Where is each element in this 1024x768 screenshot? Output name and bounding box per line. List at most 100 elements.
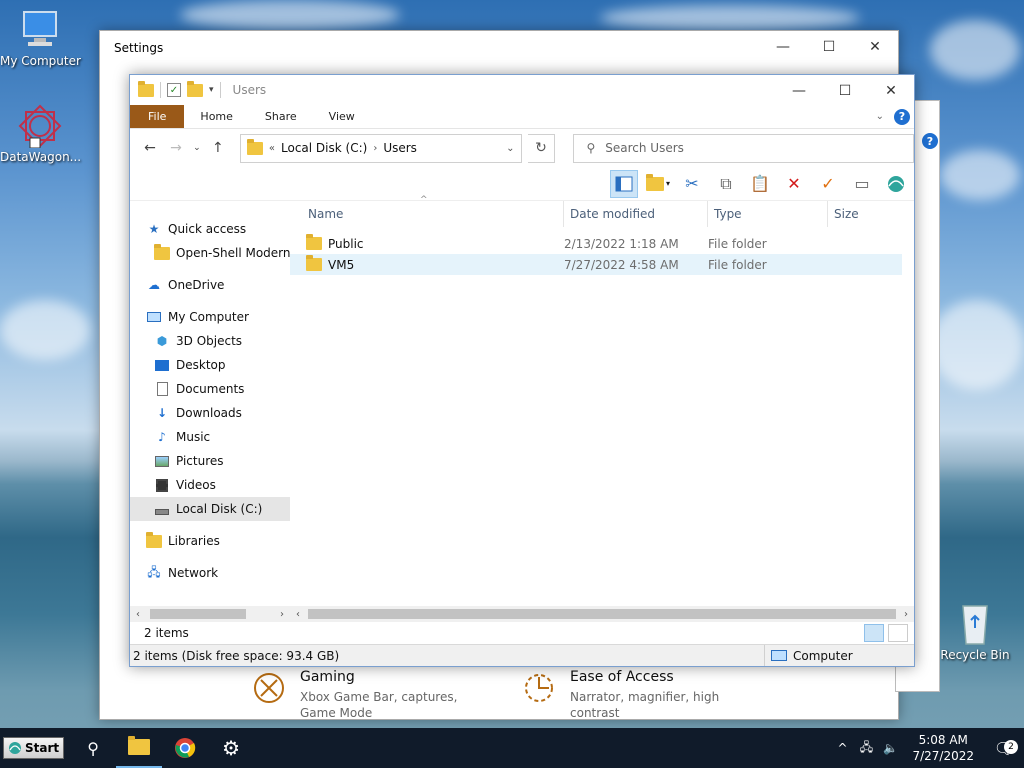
copy-icon[interactable]: ⧉ bbox=[712, 170, 740, 198]
breadcrumb-overflow[interactable]: « bbox=[269, 143, 275, 154]
navigation-pane-button[interactable] bbox=[610, 169, 638, 198]
file-explorer-taskbar-icon[interactable] bbox=[116, 728, 163, 768]
nav-item-videos[interactable]: Videos bbox=[130, 473, 290, 497]
expand-ribbon-icon[interactable]: ⌄ bbox=[876, 111, 884, 122]
nav-item-music[interactable]: ♪ Music bbox=[130, 425, 290, 449]
nav-item-documents[interactable]: Documents bbox=[130, 377, 290, 401]
recent-locations-icon[interactable]: ⌄ bbox=[192, 143, 202, 153]
nav-item-network[interactable]: 🖧 Network bbox=[130, 561, 290, 585]
minimize-button[interactable]: — bbox=[776, 75, 822, 107]
action-center-button[interactable]: 🗨 2 bbox=[984, 739, 1024, 758]
nav-label: Pictures bbox=[176, 454, 224, 468]
rename-icon[interactable]: ▭ bbox=[848, 170, 876, 198]
file-list-pane: ^ Name Date modified Type Size Public 2/… bbox=[290, 195, 914, 622]
scroll-right-icon[interactable]: › bbox=[274, 609, 290, 620]
help-icon[interactable]: ? bbox=[922, 133, 938, 149]
zone-indicator: Computer bbox=[764, 645, 914, 666]
desktop-icon-my-computer[interactable]: My Computer bbox=[0, 8, 81, 68]
search-icon[interactable]: ⚲ bbox=[70, 728, 116, 768]
tab-share[interactable]: Share bbox=[249, 105, 313, 128]
search-input[interactable]: ⚲ Search Users bbox=[573, 133, 914, 163]
file-pane-scrollbar[interactable]: ‹ › bbox=[290, 606, 914, 622]
scroll-right-icon[interactable]: › bbox=[898, 609, 914, 620]
close-button[interactable]: ✕ bbox=[852, 31, 898, 63]
file-type: File folder bbox=[708, 236, 767, 251]
column-type[interactable]: Type bbox=[708, 201, 828, 227]
clock[interactable]: 5:08 AM 7/27/2022 bbox=[902, 732, 984, 764]
properties-icon[interactable]: ✓ bbox=[167, 83, 181, 97]
scroll-left-icon[interactable]: ‹ bbox=[130, 609, 146, 620]
nav-item-desktop[interactable]: Desktop bbox=[130, 353, 290, 377]
help-icon[interactable]: ? bbox=[894, 108, 910, 125]
details-view-button[interactable] bbox=[864, 624, 884, 642]
customize-quick-access-icon[interactable]: ▾ bbox=[209, 85, 214, 95]
nav-item-downloads[interactable]: ↓ Downloads bbox=[130, 401, 290, 425]
chevron-up-icon[interactable]: ^ bbox=[830, 741, 854, 755]
tile-name: Ease of Access bbox=[570, 669, 674, 685]
open-shell-icon[interactable] bbox=[882, 170, 910, 198]
nav-label: Desktop bbox=[176, 358, 226, 372]
checkmark-icon[interactable]: ✓ bbox=[814, 170, 842, 198]
scrollbar-thumb[interactable] bbox=[308, 609, 896, 619]
open-shell-icon bbox=[9, 742, 21, 754]
breadcrumb-users[interactable]: Users bbox=[383, 141, 417, 155]
column-size[interactable]: Size bbox=[828, 201, 888, 227]
folder-icon bbox=[154, 243, 170, 260]
refresh-button[interactable]: ↻ bbox=[527, 133, 556, 163]
tab-home[interactable]: Home bbox=[184, 105, 248, 128]
column-headers: ^ Name Date modified Type Size bbox=[290, 195, 914, 227]
volume-icon[interactable]: 🔈 bbox=[878, 741, 902, 755]
file-date: 7/27/2022 4:58 AM bbox=[564, 257, 679, 272]
chrome-icon[interactable] bbox=[162, 728, 208, 768]
nav-item-local-disk[interactable]: Local Disk (C:) bbox=[130, 497, 290, 521]
desktop-icon-recycle-bin[interactable]: Recycle Bin bbox=[935, 602, 1015, 662]
nav-item-quick-access[interactable]: ★ Quick access bbox=[130, 217, 290, 241]
star-icon: ★ bbox=[148, 222, 160, 236]
address-bar[interactable]: « Local Disk (C:) › Users ⌄ bbox=[239, 133, 522, 163]
desktop-icon-datawagon[interactable]: DataWagon... bbox=[0, 104, 81, 164]
delete-icon[interactable]: ✕ bbox=[780, 170, 808, 198]
column-name[interactable]: Name bbox=[306, 201, 564, 227]
settings-tile-ease-of-access[interactable]: Ease of Access Narrator, magnifier, high… bbox=[522, 669, 750, 721]
nav-item-onedrive[interactable]: ☁ OneDrive bbox=[130, 273, 290, 297]
settings-tile-gaming[interactable]: Gaming Xbox Game Bar, captures, Game Mod… bbox=[252, 669, 480, 721]
recycle-bin-icon bbox=[951, 602, 999, 646]
chevron-right-icon: › bbox=[373, 142, 378, 154]
back-arrow-icon[interactable]: ← bbox=[140, 140, 160, 156]
network-icon[interactable]: 🖧 bbox=[854, 738, 878, 759]
ribbon-tabs: File Home Share View ⌄ ? bbox=[130, 105, 914, 129]
minimize-button[interactable]: — bbox=[760, 31, 806, 63]
nav-item-open-shell[interactable]: Open-Shell Modern S bbox=[130, 241, 290, 265]
forward-arrow-icon[interactable]: → bbox=[166, 140, 186, 156]
file-row[interactable]: VM5 7/27/2022 4:58 AM File folder bbox=[290, 254, 902, 275]
up-arrow-icon[interactable]: ↑ bbox=[208, 140, 228, 156]
new-folder-button[interactable]: ▾ bbox=[644, 170, 672, 198]
file-explorer-window[interactable]: ✓ ▾ Users — ☐ ✕ File Home Share View ⌄ ?… bbox=[129, 74, 915, 667]
column-date-modified[interactable]: Date modified bbox=[564, 201, 708, 227]
maximize-button[interactable]: ☐ bbox=[822, 75, 868, 107]
scroll-left-icon[interactable]: ‹ bbox=[290, 609, 306, 620]
window-controls: — ☐ ✕ bbox=[776, 75, 914, 107]
scrollbar-thumb[interactable] bbox=[150, 609, 246, 619]
nav-item-libraries[interactable]: Libraries bbox=[130, 529, 290, 553]
file-row[interactable]: Public 2/13/2022 1:18 AM File folder bbox=[290, 233, 914, 254]
chevron-down-icon[interactable]: ⌄ bbox=[506, 143, 514, 154]
cut-icon[interactable]: ✂ bbox=[678, 170, 706, 198]
search-placeholder: Search Users bbox=[605, 141, 684, 155]
nav-label: Local Disk (C:) bbox=[176, 502, 263, 516]
breadcrumb-local-disk[interactable]: Local Disk (C:) bbox=[281, 141, 367, 155]
monitor-icon bbox=[146, 310, 162, 324]
nav-item-my-computer[interactable]: My Computer bbox=[130, 305, 290, 329]
nav-item-pictures[interactable]: Pictures bbox=[130, 449, 290, 473]
nav-item-3d-objects[interactable]: ⬢ 3D Objects bbox=[130, 329, 290, 353]
new-folder-icon[interactable] bbox=[187, 80, 203, 97]
paste-icon[interactable]: 📋 bbox=[746, 170, 774, 198]
close-button[interactable]: ✕ bbox=[868, 75, 914, 107]
large-icons-view-button[interactable] bbox=[888, 624, 908, 642]
tab-file[interactable]: File bbox=[130, 105, 185, 128]
tab-view[interactable]: View bbox=[313, 105, 371, 128]
maximize-button[interactable]: ☐ bbox=[806, 31, 852, 63]
start-button[interactable]: Start bbox=[3, 737, 65, 759]
settings-gear-icon[interactable]: ⚙ bbox=[208, 728, 254, 768]
nav-pane-scrollbar[interactable]: ‹ › bbox=[130, 606, 290, 622]
